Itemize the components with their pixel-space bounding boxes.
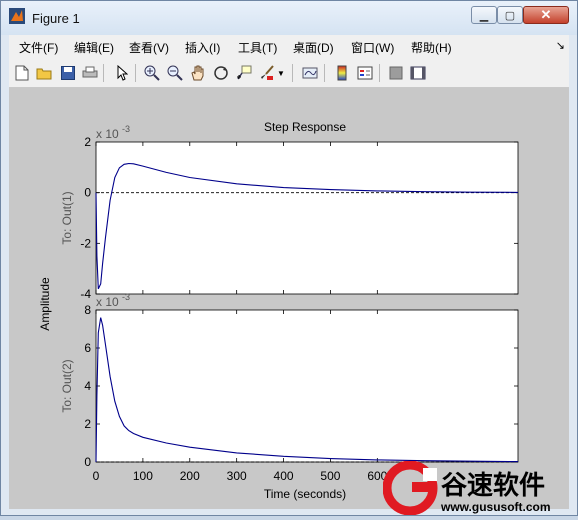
- y-scale-exponent: -3: [122, 292, 130, 302]
- menu-help[interactable]: 帮助(H): [411, 39, 452, 56]
- toolbar-separator: [292, 64, 293, 82]
- x-tick-label: 300: [227, 469, 247, 483]
- plot-title: Step Response: [264, 120, 346, 134]
- menu-dock-arrow-icon[interactable]: ↘: [556, 39, 565, 52]
- y-tick-label: 2: [84, 417, 91, 431]
- y-tick-label: -4: [80, 287, 91, 301]
- y-tick-label: 6: [84, 341, 91, 355]
- toolbar-separator: [135, 64, 136, 82]
- y-scale-label: x 10 -3: [96, 124, 130, 141]
- y-tick-label: 2: [84, 135, 91, 149]
- maximize-icon: ▢: [504, 9, 516, 22]
- link-plot-icon[interactable]: [301, 64, 319, 82]
- pan-hand-icon[interactable]: [189, 64, 207, 82]
- step-response-plot: 2 0 -2 -4 x 10 -3 To: Out(1) 8 6 4 2 0 x 10 -3 To: O…: [38, 120, 519, 501]
- open-folder-icon[interactable]: [35, 64, 53, 82]
- pointer-icon[interactable]: [113, 64, 131, 82]
- zoom-in-icon[interactable]: [143, 64, 161, 82]
- axes-box-1: [95, 141, 519, 295]
- menu-file[interactable]: 文件(F): [19, 39, 58, 56]
- brush-dropdown-icon[interactable]: ▼: [276, 64, 286, 82]
- menu-view[interactable]: 查看(V): [129, 39, 169, 56]
- menu-desktop[interactable]: 桌面(D): [293, 39, 334, 56]
- print-icon[interactable]: [81, 64, 99, 82]
- brush-icon[interactable]: [258, 64, 276, 82]
- subplot-ylabel-1: To: Out(1): [60, 191, 74, 244]
- close-button[interactable]: ✕: [523, 6, 569, 24]
- menu-window[interactable]: 窗口(W): [351, 39, 394, 56]
- menu-insert[interactable]: 插入(I): [185, 39, 220, 56]
- subplot-ylabel-2: To: Out(2): [60, 359, 74, 412]
- y-scale-label: x 10 -3: [96, 292, 130, 309]
- rotate-3d-icon[interactable]: [212, 64, 230, 82]
- watermark-url: www.gususoft.com: [440, 500, 551, 514]
- figure-toolbar: ▼: [9, 59, 569, 88]
- y-axis-label: Amplitude: [38, 277, 52, 331]
- close-icon: ✕: [540, 7, 552, 22]
- legend-icon[interactable]: [356, 64, 374, 82]
- data-cursor-icon[interactable]: [235, 64, 253, 82]
- maximize-button[interactable]: ▢: [497, 6, 523, 24]
- minimize-icon: ▁: [479, 9, 489, 22]
- x-tick-label: 0: [93, 469, 100, 483]
- y-scale-exponent: -3: [122, 124, 130, 134]
- toolbar-separator: [324, 64, 325, 82]
- window-title: Figure 1: [32, 11, 80, 26]
- colorbar-icon[interactable]: [333, 64, 351, 82]
- menu-edit[interactable]: 编辑(E): [74, 39, 114, 56]
- figure-window: Figure 1 ▁ ▢ ✕ 文件(F) 编辑(E) 查看(V) 插入(I) 工…: [0, 0, 578, 516]
- x-tick-label: 200: [180, 469, 200, 483]
- watermark: 谷速软件 www.gususoft.com: [382, 460, 577, 516]
- y-tick-label: -2: [80, 236, 91, 250]
- y-tick-label: 0: [84, 186, 91, 200]
- menu-bar: 文件(F) 编辑(E) 查看(V) 插入(I) 工具(T) 桌面(D) 窗口(W…: [9, 35, 569, 59]
- matlab-logo-icon: [9, 8, 25, 24]
- show-plot-tools-icon[interactable]: [409, 64, 427, 82]
- y-tick-label: 0: [84, 455, 91, 469]
- y-tick-label: 4: [84, 379, 91, 393]
- hide-plot-tools-icon[interactable]: [387, 64, 405, 82]
- zoom-out-icon[interactable]: [166, 64, 184, 82]
- toolbar-separator: [379, 64, 380, 82]
- axes-box-2: [95, 309, 519, 463]
- x-axis-label: Time (seconds): [264, 487, 346, 501]
- figure-canvas: 2 0 -2 -4 x 10 -3 To: Out(1) 8 6 4 2 0 x 10 -3 To: O…: [9, 88, 569, 509]
- watermark-brand: 谷速软件: [441, 470, 545, 500]
- new-file-icon[interactable]: [13, 64, 31, 82]
- menu-tools[interactable]: 工具(T): [238, 39, 277, 56]
- save-icon[interactable]: [59, 64, 77, 82]
- x-tick-label: 100: [133, 469, 153, 483]
- title-bar[interactable]: Figure 1 ▁ ▢ ✕: [1, 1, 577, 35]
- x-tick-label: 400: [274, 469, 294, 483]
- minimize-button[interactable]: ▁: [471, 6, 497, 24]
- toolbar-separator: [103, 64, 104, 82]
- y-tick-label: 8: [84, 303, 91, 317]
- x-tick-label: 500: [320, 469, 340, 483]
